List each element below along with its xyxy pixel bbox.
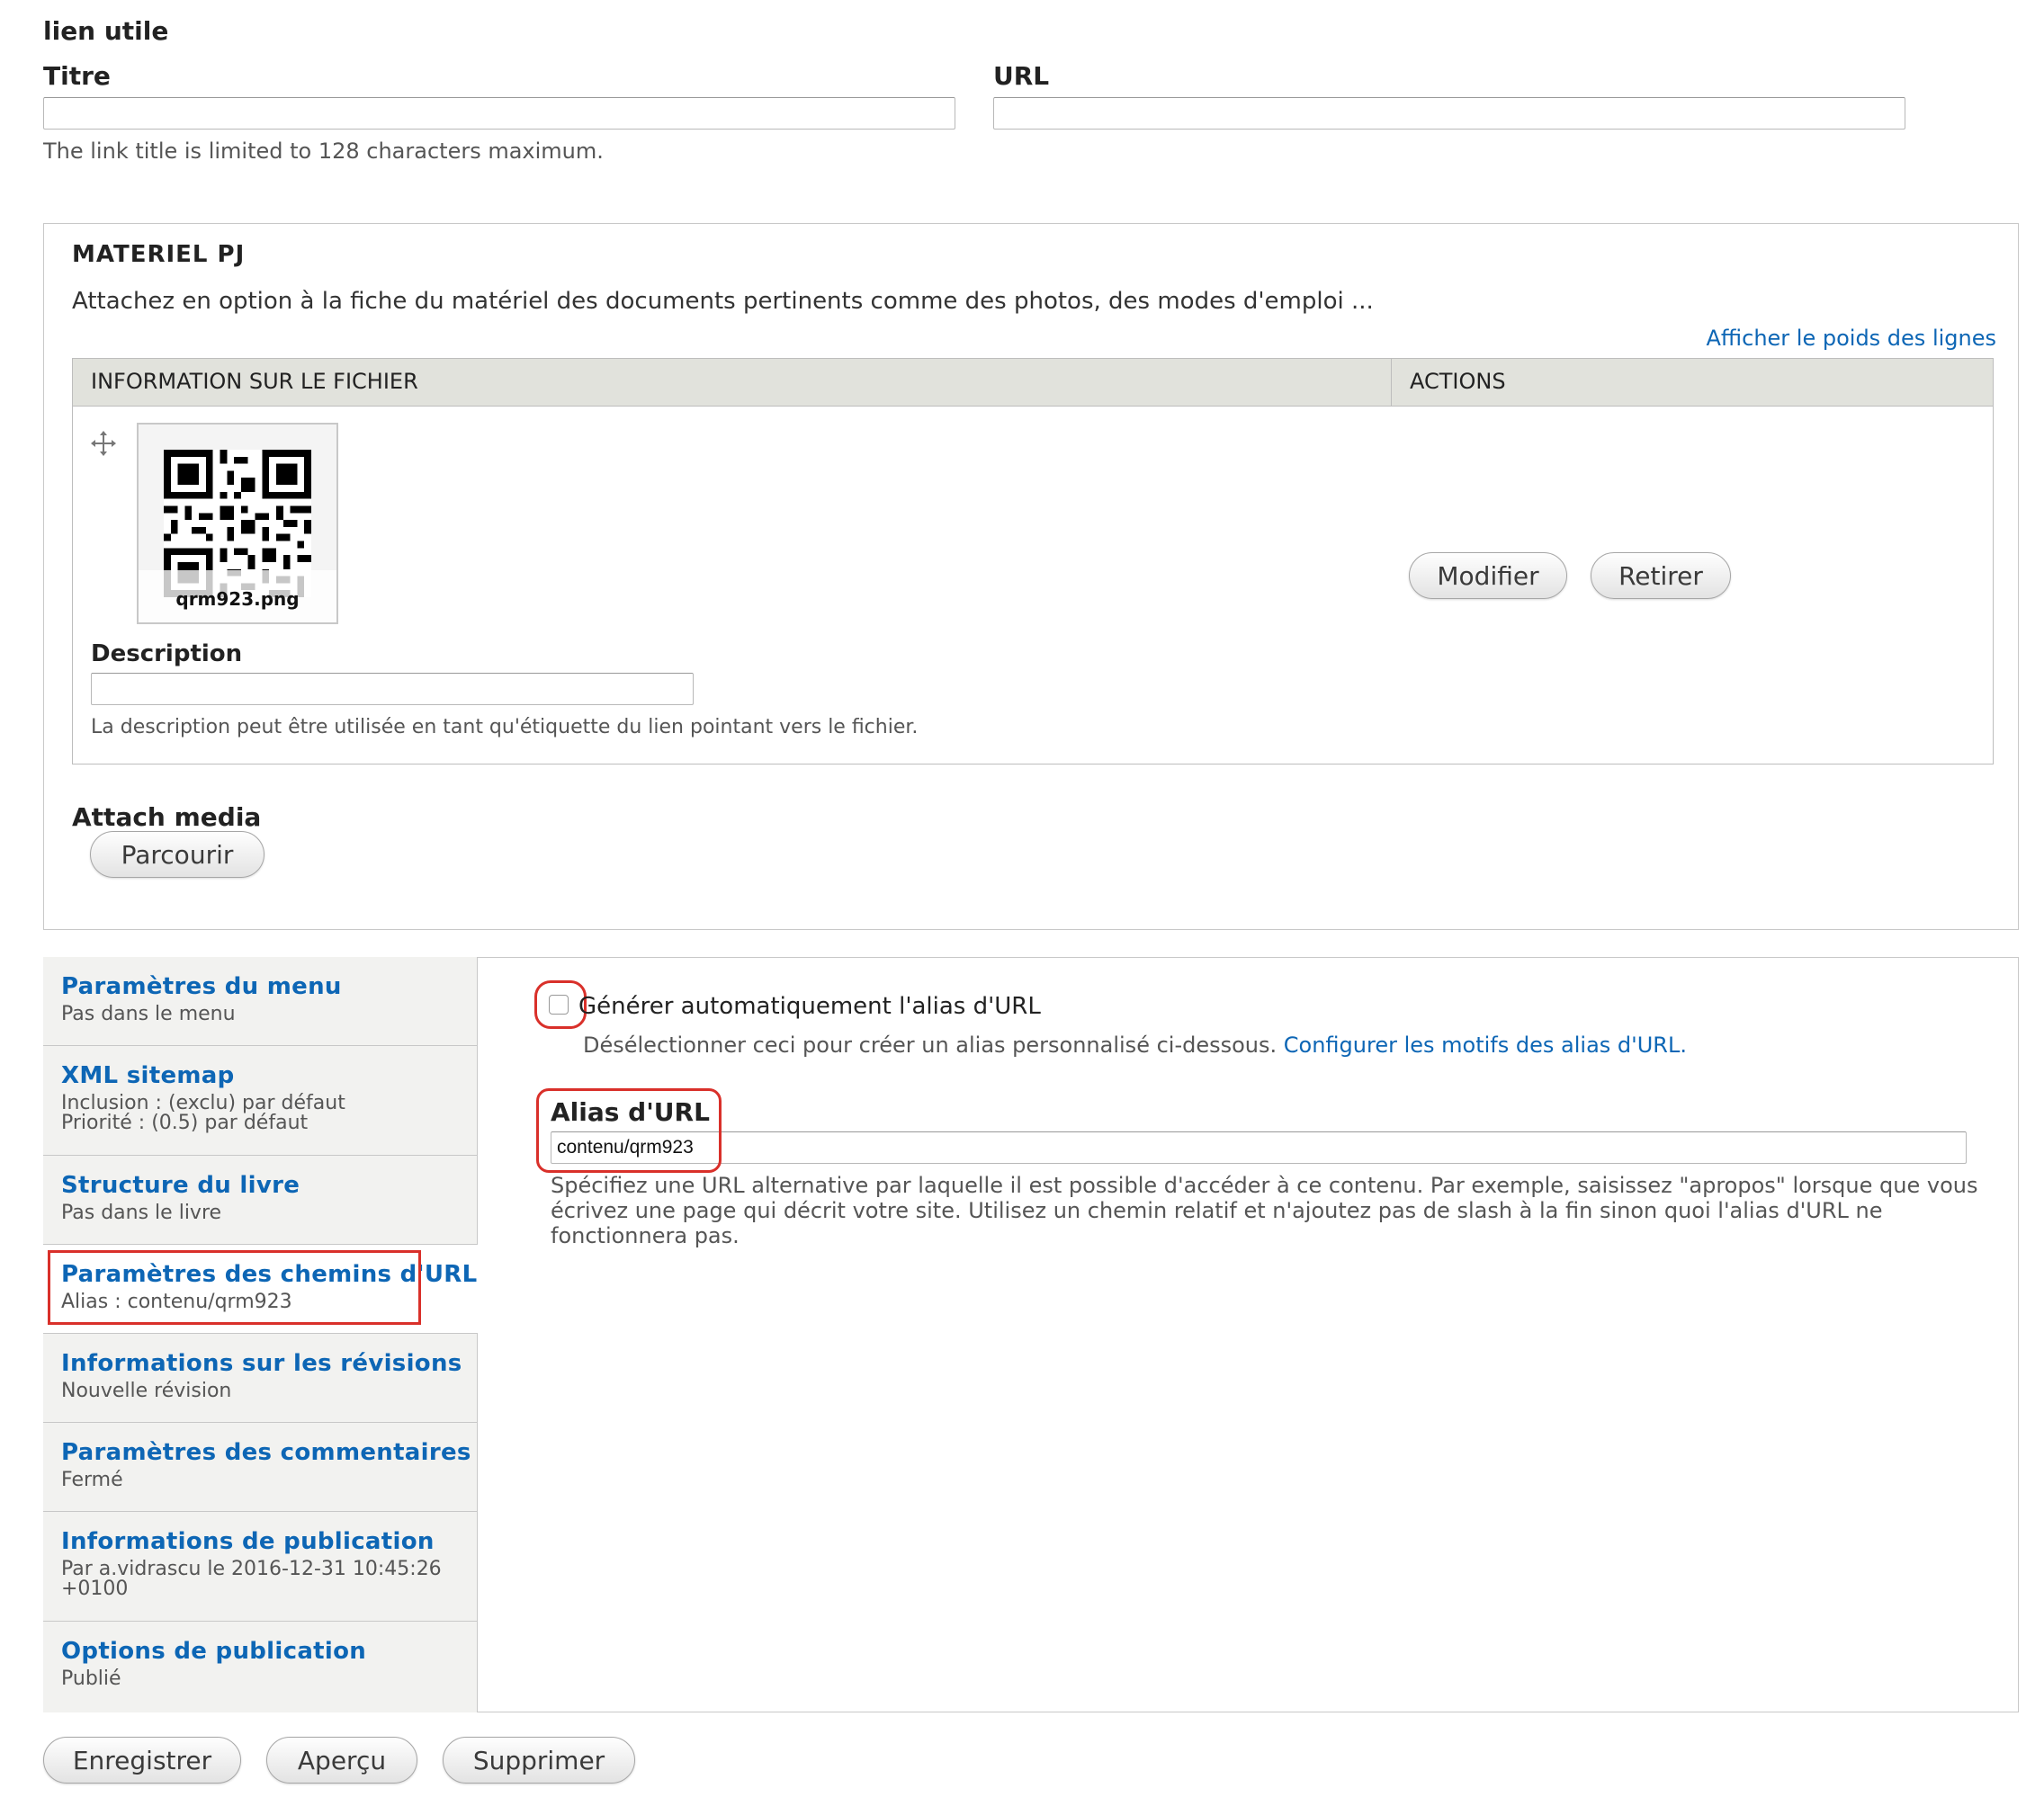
tab-publishing-options[interactable]: Options de publication Publié <box>43 1622 477 1712</box>
tab-title: XML sitemap <box>61 1062 235 1089</box>
tab-revision-info[interactable]: Informations sur les révisions Nouvelle … <box>43 1334 477 1423</box>
tab-title: Informations sur les révisions <box>61 1350 462 1377</box>
col-actions: ACTIONS <box>1410 369 1506 394</box>
url-alias-help-line: écrivez une page qui décrit votre site. … <box>551 1198 1883 1223</box>
attach-media-label: Attach media <box>72 802 262 832</box>
tab-xml-sitemap[interactable]: XML sitemap Inclusion : (exclu) par défa… <box>43 1046 477 1156</box>
tab-title: Structure du livre <box>61 1172 300 1199</box>
save-button[interactable]: Enregistrer <box>43 1737 241 1784</box>
tab-summary: Publié <box>61 1667 121 1690</box>
file-description-label: Description <box>91 640 243 667</box>
tab-summary: Fermé <box>61 1469 123 1491</box>
configure-patterns-link[interactable]: Configurer les motifs des alias d'URL. <box>1284 1033 1687 1058</box>
preview-button[interactable]: Aperçu <box>266 1737 417 1784</box>
auto-alias-help: Désélectionner ceci pour créer un alias … <box>583 1033 1687 1058</box>
files-table-header-divider <box>1391 358 1392 407</box>
tab-title: Paramètres des commentaires <box>61 1439 471 1466</box>
file-thumbnail: qrm923.png <box>137 423 338 624</box>
url-alias-help-line: fonctionnera pas. <box>551 1223 740 1248</box>
remove-file-button[interactable]: Retirer <box>1591 552 1731 599</box>
tab-title: Options de publication <box>61 1638 367 1665</box>
delete-button[interactable]: Supprimer <box>443 1737 635 1784</box>
url-label: URL <box>993 61 1050 91</box>
url-alias-help: Spécifiez une URL alternative par laquel… <box>551 1173 1977 1248</box>
attachments-description: Attachez en option à la fiche du matérie… <box>72 288 1374 315</box>
tab-title: Informations de publication <box>61 1528 435 1555</box>
auto-alias-help-text: Désélectionner ceci pour créer un alias … <box>583 1033 1278 1058</box>
tab-summary: Pas dans le livre <box>61 1202 222 1224</box>
tab-summary: +0100 <box>61 1578 129 1600</box>
highlight-alias <box>536 1088 722 1173</box>
link-field-heading: lien utile <box>43 16 169 46</box>
drag-handle-icon[interactable] <box>90 430 117 457</box>
link-title-input[interactable] <box>43 97 955 130</box>
attachments-heading: MATERIEL PJ <box>72 241 246 268</box>
url-alias-help-line: Spécifiez une URL alternative par laquel… <box>551 1173 1978 1198</box>
col-file-info: INFORMATION SUR LE FICHIER <box>91 369 418 394</box>
modify-file-button[interactable]: Modifier <box>1409 552 1567 599</box>
file-description-help: La description peut être utilisée en tan… <box>91 716 919 738</box>
tab-menu-settings[interactable]: Paramètres du menu Pas dans le menu <box>43 957 477 1046</box>
tab-authoring-info[interactable]: Informations de publication Par a.vidras… <box>43 1512 477 1622</box>
title-label: Titre <box>43 61 111 91</box>
tab-title: Paramètres du menu <box>61 973 342 1000</box>
show-row-weights-link[interactable]: Afficher le poids des lignes <box>1707 326 1997 351</box>
file-description-input[interactable] <box>91 673 694 705</box>
tab-summary: Pas dans le menu <box>61 1003 236 1025</box>
file-name: qrm923.png <box>175 588 300 610</box>
link-url-input[interactable] <box>993 97 1905 130</box>
tab-summary: Priorité : (0.5) par défaut <box>61 1112 309 1134</box>
auto-alias-label: Générer automatiquement l'alias d'URL <box>578 993 1041 1020</box>
link-title-help: The link title is limited to 128 charact… <box>43 139 604 164</box>
tab-book-structure[interactable]: Structure du livre Pas dans le livre <box>43 1156 477 1245</box>
tab-comment-settings[interactable]: Paramètres des commentaires Fermé <box>43 1423 477 1512</box>
url-alias-input[interactable]: contenu/qrm923 <box>551 1131 1967 1164</box>
browse-button[interactable]: Parcourir <box>90 831 264 878</box>
highlight-url-tab <box>48 1250 421 1325</box>
tab-summary: Nouvelle révision <box>61 1380 232 1402</box>
